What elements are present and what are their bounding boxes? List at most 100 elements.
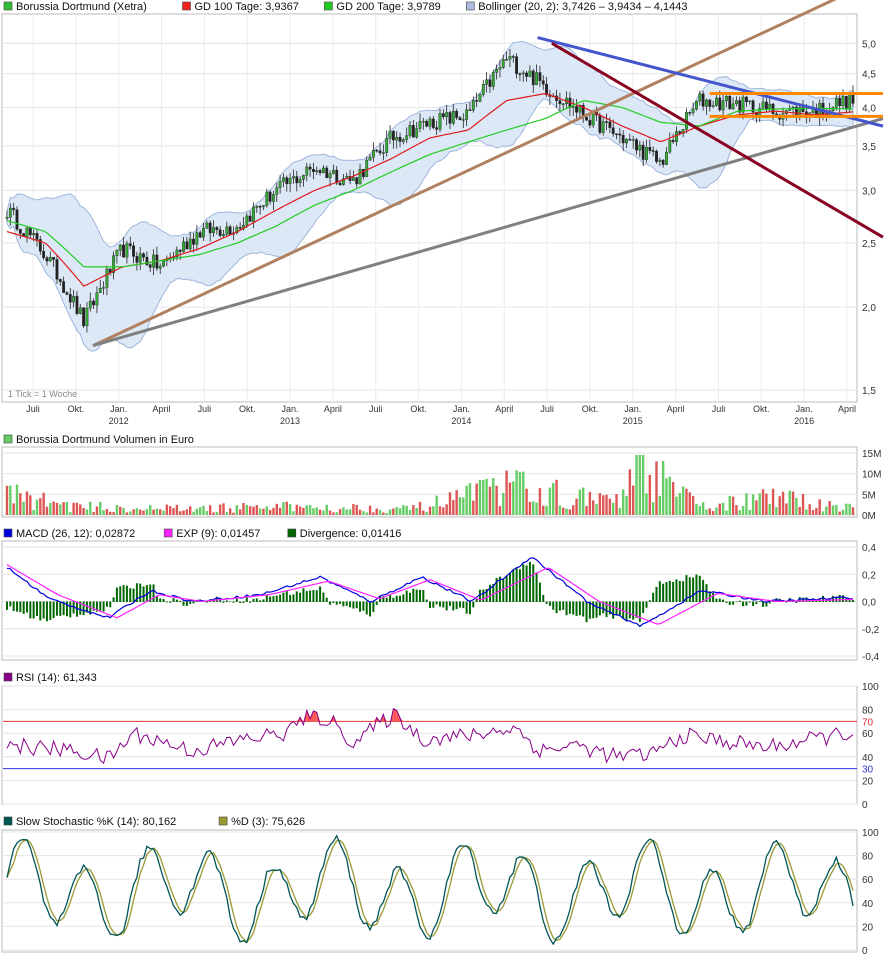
volume-bar <box>452 500 455 515</box>
candle-body <box>545 83 548 96</box>
volume-bar <box>535 502 538 515</box>
candle-body <box>761 101 765 109</box>
volume-bar <box>765 493 768 515</box>
divergence-bar <box>305 591 308 602</box>
macd-y-axis: 0,4 0,2 0,0 -0,2 -0,4 <box>862 543 880 663</box>
volume-bar <box>278 507 282 515</box>
candle-body <box>355 177 359 185</box>
y-tick-label: 2,0 <box>862 303 876 314</box>
volume-bar <box>265 506 268 515</box>
y-tick-label: 0 <box>862 800 868 811</box>
divergence-bar <box>109 601 112 608</box>
volume-bar <box>235 505 239 515</box>
divergence-bar <box>522 564 525 602</box>
divergence-bar <box>115 587 118 602</box>
candle-body <box>285 177 289 184</box>
legend-swatch <box>287 528 297 538</box>
volume-bar <box>728 495 731 515</box>
volume-bar <box>778 496 781 515</box>
volume-bar <box>518 471 522 515</box>
divergence-bar <box>448 601 451 606</box>
y-tick-label: 5,0 <box>862 39 876 50</box>
candle-body <box>431 118 435 128</box>
y-tick-label: 40 <box>862 753 874 764</box>
y-tick-label: -0,4 <box>862 652 880 663</box>
divergence-bar <box>159 598 162 602</box>
divergence-bar <box>515 568 518 602</box>
candle-body <box>298 178 302 184</box>
divergence-bar <box>682 581 685 602</box>
volume-bar <box>225 512 229 515</box>
divergence-bar <box>578 601 581 616</box>
volume-bar <box>59 504 62 515</box>
tick-note: 1 Tick = 1 Woche <box>8 389 77 399</box>
volume-bar <box>608 498 612 515</box>
divergence-bar <box>375 601 378 605</box>
divergence-bar <box>9 601 12 607</box>
volume-bar <box>22 501 25 515</box>
divergence-bar <box>252 598 255 602</box>
volume-bar <box>658 495 662 515</box>
candle-body <box>774 113 778 116</box>
candle-body <box>445 112 449 118</box>
volume-bar <box>845 503 848 515</box>
candle-body <box>28 227 32 236</box>
candle-body <box>208 222 212 234</box>
divergence-bar <box>732 601 735 605</box>
y-tick-label: 60 <box>862 729 874 740</box>
divergence-bar <box>15 601 18 612</box>
volume-bar <box>408 509 412 515</box>
divergence-bar <box>692 577 695 602</box>
y-tick-label: 20 <box>862 922 874 933</box>
divergence-bar <box>272 596 275 602</box>
candle-body <box>388 131 392 139</box>
volume-bar <box>828 501 831 515</box>
volume-bar <box>62 502 65 515</box>
candle-body <box>268 191 272 202</box>
divergence-bar <box>365 601 368 615</box>
candle-body <box>25 227 29 237</box>
volume-bar <box>691 495 695 515</box>
candle-body <box>322 167 325 173</box>
divergence-bar <box>319 586 322 602</box>
volume-bar <box>262 508 265 515</box>
y-tick-label: 80 <box>862 852 874 863</box>
divergence-bar <box>755 601 758 604</box>
volume-bar <box>398 508 402 515</box>
divergence-bar <box>185 601 188 606</box>
divergence-bar <box>49 601 52 621</box>
x-tick-label: Okt. <box>582 404 599 414</box>
candle-body <box>561 103 565 106</box>
y-tick-label: 0 <box>862 946 868 957</box>
legend-label: %D (3): 75,626 <box>231 816 305 828</box>
volume-bar <box>295 504 298 515</box>
volume-bar <box>711 511 715 515</box>
candle-body <box>838 98 842 107</box>
divergence-bar <box>668 580 671 602</box>
candle-body <box>451 111 455 124</box>
x-tick-label: Juli <box>369 404 383 414</box>
divergence-bar <box>758 601 761 602</box>
candle-body <box>5 217 9 219</box>
divergence-bar <box>332 601 335 603</box>
candle-body <box>278 181 282 188</box>
divergence-bar <box>265 594 268 602</box>
divergence-bar <box>35 601 38 616</box>
divergence-bar <box>302 588 305 602</box>
volume-panel: 15M 10M 5M 0M Borussia Dortmund Volumen in … <box>1 434 881 522</box>
candle-body <box>45 257 49 262</box>
divergence-bar <box>472 601 475 608</box>
volume-bar <box>562 507 565 515</box>
volume-bar <box>718 503 721 515</box>
divergence-bar <box>165 601 168 603</box>
candle-body <box>292 176 295 179</box>
volume-bar <box>478 479 482 515</box>
divergence-bar <box>389 594 392 602</box>
volume-bar <box>432 506 435 515</box>
volume-bar <box>72 502 75 515</box>
volume-bar <box>575 498 578 515</box>
candle-body <box>395 136 399 141</box>
volume-bar <box>522 471 525 515</box>
volume-bar <box>392 508 395 515</box>
volume-bar <box>565 508 568 515</box>
